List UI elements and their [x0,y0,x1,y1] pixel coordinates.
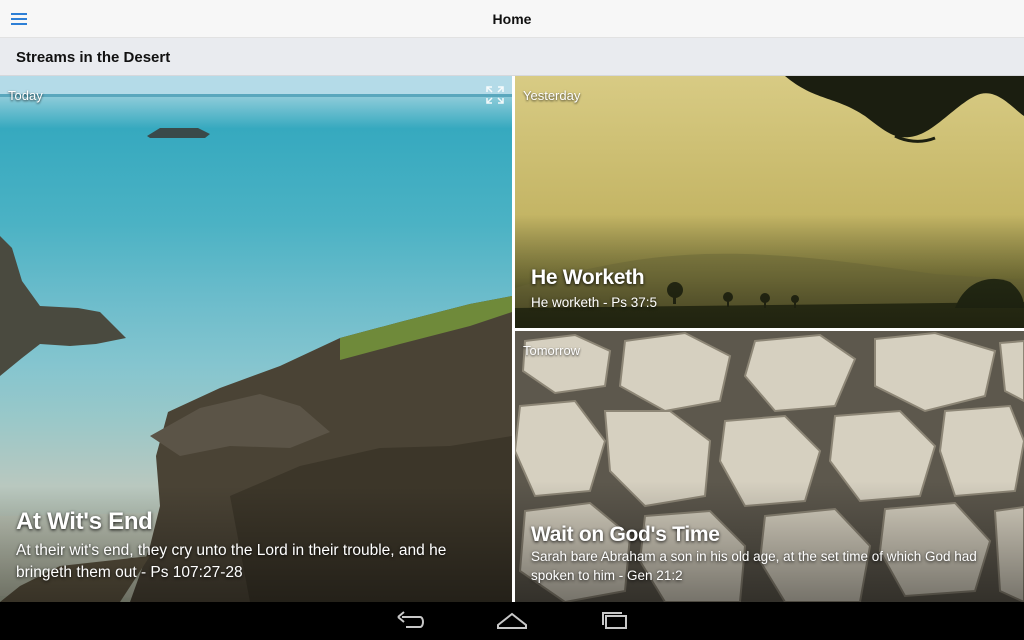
card-title: He Worketh [531,266,645,289]
app-title: Home [492,11,532,27]
devotional-card-today[interactable]: Today At Wit's End At their wit's end, t… [0,76,512,602]
card-verse: He worketh - Ps 37:5 [531,295,658,310]
day-label: Yesterday [523,88,581,103]
back-icon[interactable] [394,609,428,633]
day-label: Today [8,88,43,103]
devotional-grid: Today At Wit's End At their wit's end, t… [0,76,1024,602]
devotional-card-yesterday[interactable]: Yesterday He Worketh He worketh - Ps 37:… [515,76,1024,328]
recent-apps-icon[interactable] [598,609,632,633]
fullscreen-expand-icon[interactable] [486,86,504,104]
section-header: Streams in the Desert [0,38,1024,76]
card-title: At Wit's End [16,508,153,535]
card-title: Wait on God's Time [531,523,720,546]
card-verse: Sarah bare Abraham a son in his old age,… [531,549,977,583]
home-icon[interactable] [495,609,529,633]
card-shade [515,76,1024,328]
card-verse: At their wit's end, they cry unto the Lo… [16,542,447,581]
day-label: Tomorrow [523,343,581,358]
devotional-card-tomorrow[interactable]: Tomorrow Wait on God's Time Sarah bare A… [515,331,1024,602]
app-bar: Home [0,0,1024,38]
system-navigation-bar [0,602,1024,640]
section-title: Streams in the Desert [16,49,171,66]
